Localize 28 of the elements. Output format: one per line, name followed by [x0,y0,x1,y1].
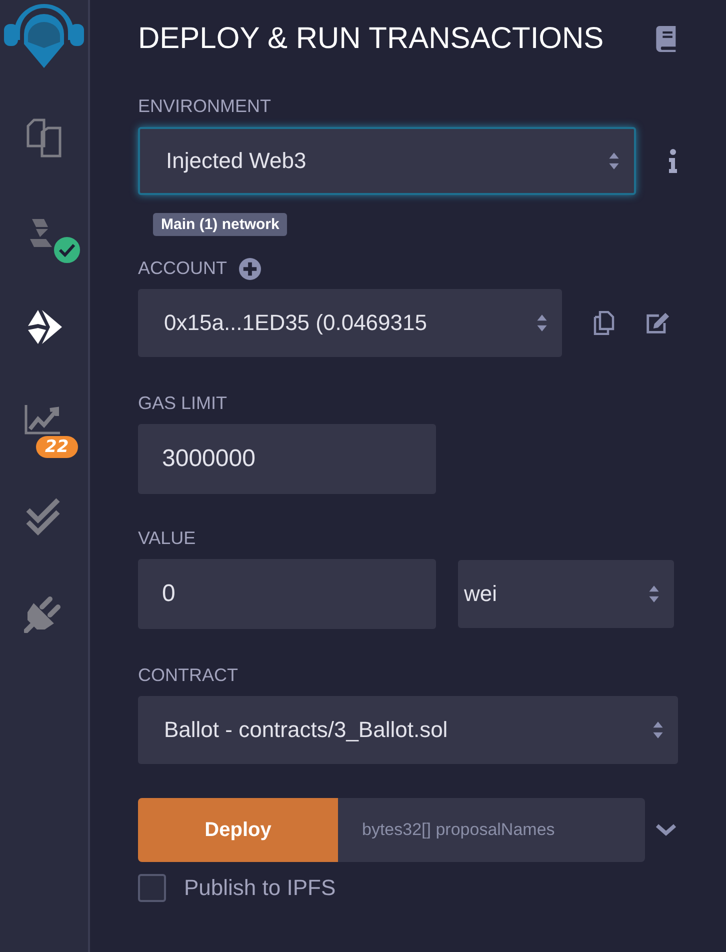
checkbox-label: Publish to IPFS [184,875,336,901]
field-label: GAS LIMIT [138,393,228,414]
field-label: ENVIRONMENT [138,96,272,117]
network-badge: Main (1) network [153,213,288,236]
value-field[interactable]: 0 [138,559,436,629]
environment-select[interactable]: Injected Web3 [138,127,636,195]
add-icon[interactable] [239,258,261,280]
gas-limit-field[interactable]: 3000000 [138,424,436,494]
count-badge: 22 [36,436,78,458]
sort-caret-icon [536,312,548,334]
panel-title: DEPLOY & RUN TRANSACTIONS [138,22,604,56]
field-label: ACCOUNT [138,258,227,279]
constructor-args-field[interactable]: bytes32[] proposalNames [338,798,645,862]
sort-caret-icon [652,719,664,741]
info-icon[interactable] [668,149,678,173]
unit-select[interactable]: wei [458,560,674,628]
edit-icon[interactable] [646,311,670,335]
account-select[interactable]: 0x15a...1ED35 (0.0469315 [138,289,562,357]
sort-caret-icon [648,583,660,605]
sort-caret-icon [608,150,620,172]
checkbox[interactable] [138,874,166,902]
contract-select[interactable]: Ballot - contracts/3_Ballot.sol [138,696,678,764]
field-label: CONTRACT [138,665,238,686]
chevron-down-icon[interactable] [655,823,677,837]
book-icon[interactable] [656,26,678,52]
files-icon[interactable] [24,118,64,158]
field-label: VALUE [138,528,196,549]
copy-icon[interactable] [592,311,616,335]
